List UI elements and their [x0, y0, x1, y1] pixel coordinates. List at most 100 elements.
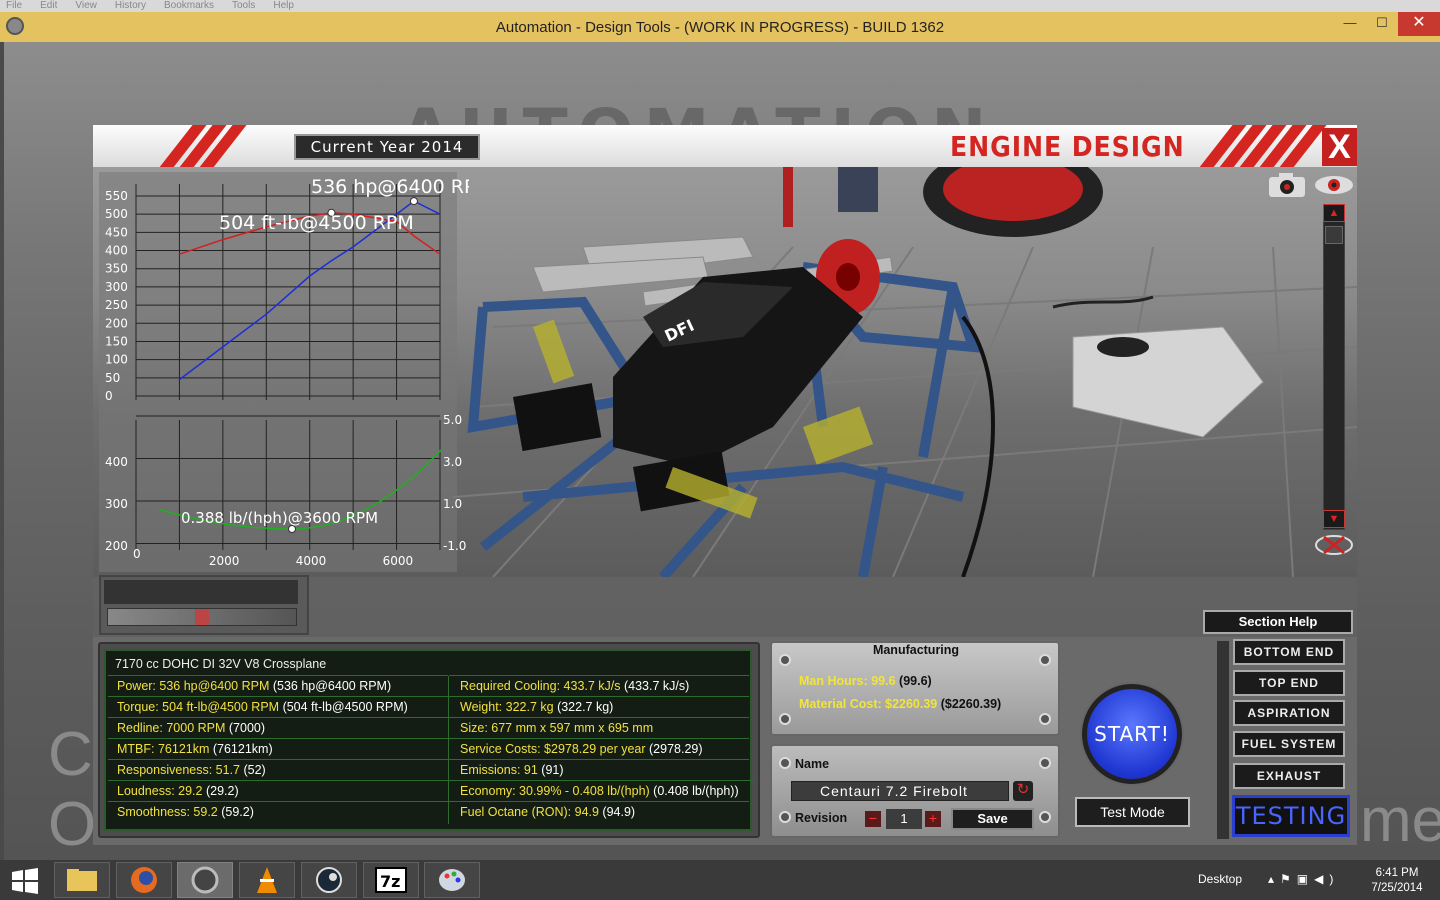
panel-bolt-icon — [779, 757, 791, 769]
reset-view-icon[interactable] — [1314, 532, 1354, 558]
maximize-button[interactable]: ☐ — [1366, 12, 1398, 36]
y-tick-label: 100 — [105, 353, 128, 367]
man-hours: Man Hours: 99.6 (99.6) — [799, 674, 932, 688]
test-mode-button[interactable]: Test Mode — [1075, 797, 1190, 827]
menu-help[interactable]: Help — [273, 0, 294, 11]
revision-label: Revision — [795, 811, 848, 825]
y2-tick-label: 5.0 — [443, 413, 462, 427]
panel-bolt-icon — [779, 713, 791, 725]
reset-name-icon[interactable]: ↻ — [1013, 781, 1033, 801]
y-tick-label: 200 — [105, 539, 128, 553]
preview-slider-thumb[interactable] — [195, 609, 209, 625]
y-tick-label: 300 — [105, 497, 128, 511]
stat-fuel-octane: Fuel Octane (RON): 94.9 (94.9) — [449, 801, 749, 822]
x-tick-label: 6000 — [383, 554, 414, 568]
stat-emissions: Emissions: 91 (91) — [449, 759, 749, 780]
engine-model[interactable]: DFI — [443, 167, 1343, 577]
stat-responsiveness: Responsiveness: 51.7 (52) — [108, 759, 448, 780]
taskbar-file-explorer-icon[interactable] — [54, 862, 110, 898]
panel-bolt-icon — [1039, 713, 1051, 725]
stat-economy: Economy: 30.99% - 0.408 lb/(hph) (0.408 … — [449, 780, 753, 801]
window-title-bar: Automation - Design Tools - (WORK IN PRO… — [0, 12, 1440, 42]
clock-time: 6:41 PM — [1375, 867, 1419, 879]
panel-bolt-icon — [1039, 757, 1051, 769]
svg-text:7z: 7z — [380, 872, 400, 891]
engine-summary: 7170 cc DOHC DI 32V V8 Crossplane — [115, 657, 327, 671]
close-engine-design-button[interactable]: X — [1322, 128, 1357, 166]
manufacturing-title: Manufacturing — [872, 643, 960, 657]
nav-testing[interactable]: TESTING — [1232, 795, 1350, 837]
menu-file[interactable]: File — [6, 0, 22, 11]
performance-chart: 536 hp@6400 RPM 504 ft-lb@4500 RPM 0.388… — [105, 176, 469, 568]
revision-decrement-button[interactable]: − — [865, 811, 881, 827]
panel-bolt-icon — [1039, 811, 1051, 823]
menu-tools[interactable]: Tools — [232, 0, 255, 11]
y-tick-label: 150 — [105, 334, 128, 348]
nav-bottom-end[interactable]: BOTTOM END — [1233, 639, 1345, 665]
x-tick-label: 4000 — [296, 554, 327, 568]
stat-required-cooling: Required Cooling: 433.7 kJ/s (433.7 kJ/s… — [449, 675, 749, 696]
taskbar-automation-icon[interactable] — [177, 862, 233, 898]
zoom-scroll-thumb[interactable] — [1325, 226, 1343, 244]
y-tick-label: 300 — [105, 280, 128, 294]
taskbar-7zip-icon[interactable]: 7z — [363, 862, 419, 898]
menu-history[interactable]: History — [115, 0, 146, 11]
material-cost: Material Cost: $2260.39 ($2260.39) — [799, 697, 1002, 711]
taskbar-firefox-icon[interactable] — [116, 862, 172, 898]
stat-size: Size: 677 mm x 597 mm x 695 mm — [449, 717, 749, 738]
engine-name-input[interactable]: Centauri 7.2 Firebolt — [791, 781, 1009, 801]
torque-peak-label: 504 ft-lb@4500 RPM — [219, 212, 414, 234]
nav-aspiration[interactable]: ASPIRATION — [1233, 700, 1345, 726]
window-title: Automation - Design Tools - (WORK IN PRO… — [495, 18, 945, 36]
page-title: ENGINE DESIGN — [950, 130, 1185, 163]
zoom-up-button[interactable]: ▲ — [1323, 204, 1345, 222]
section-help-button[interactable]: Section Help — [1203, 610, 1353, 634]
taskbar-steam-icon[interactable] — [301, 862, 357, 898]
zoom-down-button[interactable]: ▼ — [1323, 510, 1345, 528]
zoom-scrollbar[interactable] — [1323, 204, 1345, 530]
economy-label: 0.388 lb/(hph)@3600 RPM — [181, 509, 378, 527]
stat-loudness: Loudness: 29.2 (29.2) — [108, 780, 448, 801]
y-tick-label: 350 — [105, 262, 128, 276]
stat-redline: Redline: 7000 RPM (7000) — [108, 717, 448, 738]
taskbar-clock[interactable]: 6:41 PM 7/25/2014 — [1365, 866, 1429, 896]
x-tick-label: 0 — [133, 547, 141, 561]
y2-tick-label: -1.0 — [443, 539, 466, 553]
taskbar-vlc-icon[interactable] — [239, 862, 295, 898]
nav-fuel-system[interactable]: FUEL SYSTEM — [1233, 731, 1345, 757]
y-tick-label: 200 — [105, 316, 128, 330]
revision-increment-button[interactable]: + — [925, 811, 941, 827]
background-side-text: C O — [48, 720, 97, 859]
nav-exhaust[interactable]: EXHAUST — [1233, 763, 1345, 789]
background-tail-text: me — [1360, 786, 1440, 855]
taskbar-paint-icon[interactable] — [424, 862, 480, 898]
menu-edit[interactable]: Edit — [40, 0, 57, 11]
menu-view[interactable]: View — [75, 0, 97, 11]
y-tick-label: 500 — [105, 207, 128, 221]
nav-top-end[interactable]: TOP END — [1233, 670, 1345, 696]
eye-icon[interactable] — [1313, 174, 1355, 196]
app-menu-bar: File Edit View History Bookmarks Tools Help — [0, 0, 1440, 12]
preview-window — [104, 580, 298, 604]
y2-tick-label: 3.0 — [443, 455, 462, 469]
y-tick-label: 50 — [105, 371, 120, 385]
window-close-button[interactable]: ✕ — [1398, 12, 1440, 36]
revision-value: 1 — [886, 809, 922, 829]
desktop-toolbar-label[interactable]: Desktop — [1198, 872, 1242, 886]
app-icon[interactable] — [6, 17, 24, 35]
y-tick-label: 400 — [105, 244, 128, 258]
stat-torque: Torque: 504 ft-lb@4500 RPM (504 ft-lb@45… — [108, 696, 448, 717]
nav-rail — [1217, 641, 1229, 839]
camera-icon[interactable] — [1267, 172, 1307, 198]
save-button[interactable]: Save — [951, 808, 1034, 830]
y-tick-label: 0 — [105, 389, 113, 403]
menu-bookmarks[interactable]: Bookmarks — [164, 0, 214, 11]
system-tray-icons[interactable]: ▴⚑▣◀) — [1268, 872, 1339, 886]
stat-service-costs: Service Costs: $2978.29 per year (2978.2… — [449, 738, 749, 759]
stat-power: Power: 536 hp@6400 RPM (536 hp@6400 RPM) — [108, 675, 448, 696]
windows-start-icon[interactable] — [10, 868, 40, 894]
y-tick-label: 250 — [105, 298, 128, 312]
minimize-button[interactable]: — — [1334, 12, 1366, 36]
start-button[interactable]: START! — [1082, 684, 1182, 784]
power-peak-label: 536 hp@6400 RPM — [311, 176, 469, 198]
